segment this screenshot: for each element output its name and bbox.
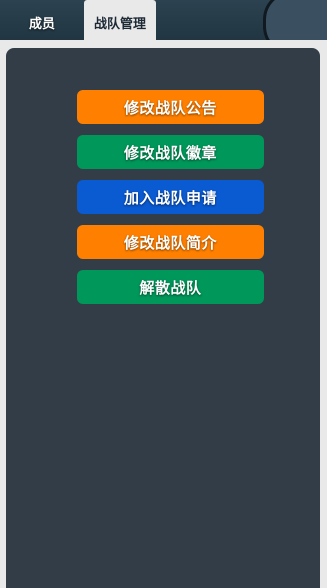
team-management-panel: 修改战队公告 修改战队徽章 加入战队申请 修改战队简介 解散战队	[6, 48, 320, 588]
tab-bar: 成员 战队管理	[0, 0, 327, 44]
edit-team-notice-button[interactable]: 修改战队公告	[77, 90, 264, 124]
disband-team-button[interactable]: 解散战队	[77, 270, 264, 304]
edit-team-intro-button[interactable]: 修改战队简介	[77, 225, 264, 259]
tab-members[interactable]: 成员	[0, 0, 84, 44]
edit-team-badge-button[interactable]: 修改战队徽章	[77, 135, 264, 169]
join-requests-button[interactable]: 加入战队申请	[77, 180, 264, 214]
tab-team-management[interactable]: 战队管理	[84, 0, 156, 44]
